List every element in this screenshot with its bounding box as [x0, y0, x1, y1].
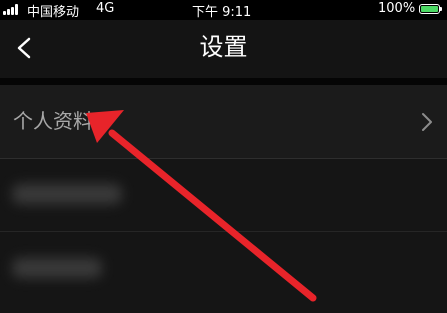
- section-divider: [0, 78, 447, 85]
- battery-percent: 100%: [378, 1, 416, 16]
- navigation-bar: 设置: [0, 20, 447, 78]
- carrier-name: 中国移动: [27, 5, 80, 20]
- status-time: 下午 9:11: [192, 5, 252, 20]
- redacted-text: [12, 258, 102, 278]
- settings-item-profile[interactable]: 个人资料: [0, 85, 447, 158]
- network-type: 4G: [96, 1, 115, 16]
- settings-item-label: 个人资料: [13, 109, 93, 133]
- settings-item-redacted[interactable]: [0, 232, 447, 313]
- signal-strength-icon: [3, 4, 21, 15]
- status-bar: 中国移动 4G 下午 9:11 100%: [0, 0, 447, 20]
- page-title: 设置: [199, 33, 248, 61]
- battery-tip: [440, 7, 442, 11]
- battery-icon: [419, 4, 440, 14]
- settings-item-redacted[interactable]: [0, 159, 447, 231]
- chevron-right-icon: [422, 113, 432, 131]
- redacted-text: [12, 184, 122, 204]
